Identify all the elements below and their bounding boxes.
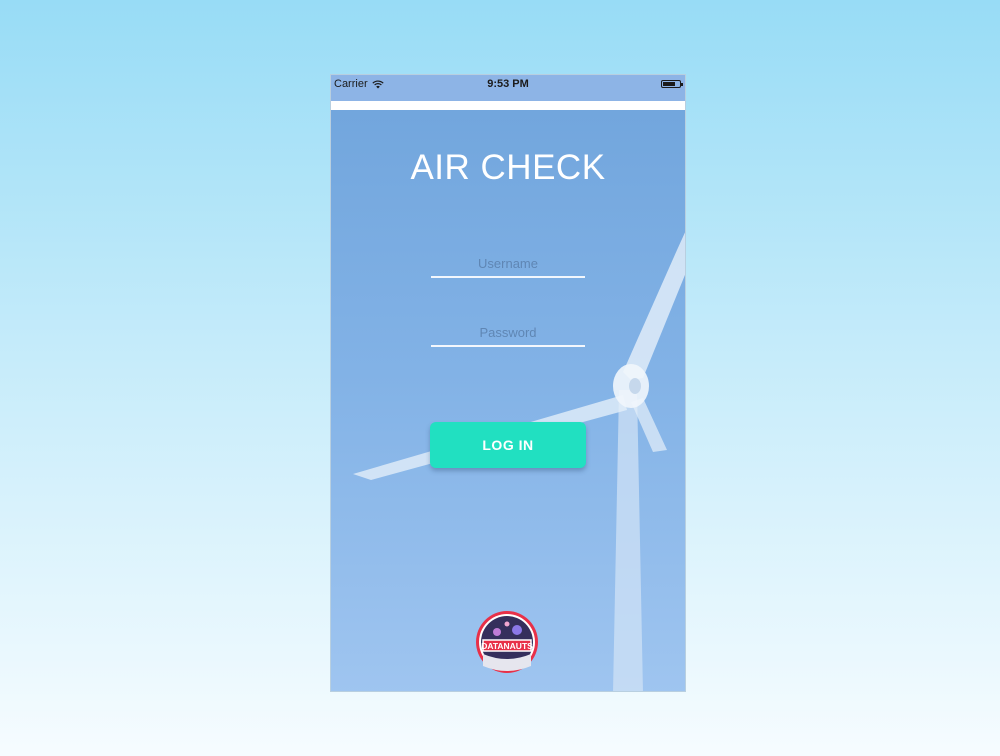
status-bar: Carrier 9:53 PM bbox=[331, 75, 685, 101]
nav-divider bbox=[331, 101, 685, 110]
login-screen: AIR CHECK LOG IN DATANAUTS bbox=[331, 110, 685, 691]
app-title: AIR CHECK bbox=[410, 148, 606, 187]
password-input[interactable] bbox=[431, 319, 585, 347]
logo-text: DATANAUTS bbox=[481, 641, 533, 651]
phone-frame: Carrier 9:53 PM AIR CHECK Username LOG I… bbox=[330, 74, 686, 692]
login-button[interactable]: LOG IN bbox=[430, 422, 586, 468]
username-input[interactable] bbox=[431, 250, 585, 278]
status-time: 9:53 PM bbox=[487, 78, 529, 90]
wind-turbine-background bbox=[353, 232, 685, 691]
datanauts-logo: DATANAUTS bbox=[476, 611, 538, 673]
battery-icon bbox=[661, 80, 683, 88]
